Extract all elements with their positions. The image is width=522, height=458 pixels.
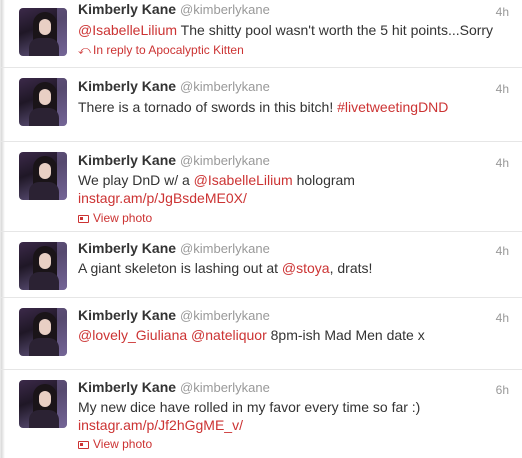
tweet-timestamp[interactable]: 4h: [496, 5, 509, 19]
avatar[interactable]: [19, 380, 67, 428]
author-handle[interactable]: @kimberlykane: [180, 308, 270, 323]
author-name[interactable]: Kimberly Kane: [78, 78, 176, 94]
mention-link[interactable]: @stoya: [282, 260, 330, 276]
author-name[interactable]: Kimberly Kane: [78, 379, 176, 395]
tweet-timestamp[interactable]: 4h: [496, 156, 509, 170]
tweet-item[interactable]: Kimberly Kane @kimberlykane 4h There is a…: [1, 68, 522, 142]
avatar[interactable]: [19, 152, 67, 200]
tweet-item[interactable]: Kimberly Kane @kimberlykane 6h My new dic…: [1, 370, 522, 458]
avatar[interactable]: [19, 242, 67, 290]
tweet-text: There is a tornado of swords in this bit…: [78, 99, 449, 115]
instagram-link[interactable]: instagr.am/p/JgBsdeME0X/: [78, 190, 247, 206]
tweet-item[interactable]: Kimberly Kane @kimberlykane 4h A giant sk…: [1, 232, 522, 298]
tweet-text: @IsabelleLilium The shitty pool wasn't w…: [78, 22, 494, 38]
view-photo-link[interactable]: View photo: [78, 211, 152, 225]
hashtag-link[interactable]: #livetweetingDND: [337, 99, 448, 115]
avatar[interactable]: [19, 8, 67, 56]
mention-link[interactable]: @IsabelleLilium: [194, 172, 293, 188]
reply-arrow-icon: ⤺: [78, 43, 91, 57]
mention-link[interactable]: @lovely_Giuliana: [78, 327, 187, 343]
author-name[interactable]: Kimberly Kane: [78, 240, 176, 256]
tweet-item[interactable]: Kimberly Kane @kimberlykane 4h We play Dn…: [1, 142, 522, 232]
author-name[interactable]: Kimberly Kane: [78, 307, 176, 323]
avatar[interactable]: [19, 78, 67, 126]
author-handle[interactable]: @kimberlykane: [180, 241, 270, 256]
mention-link[interactable]: @nateliquor: [191, 327, 267, 343]
mention-link[interactable]: @IsabelleLilium: [78, 22, 177, 38]
tweet-feed: Kimberly Kane @kimberlykane 4h @IsabelleL…: [0, 0, 522, 458]
tweet-header: Kimberly Kane @kimberlykane: [78, 379, 270, 395]
tweet-header: Kimberly Kane @kimberlykane: [78, 152, 270, 168]
tweet-item[interactable]: Kimberly Kane @kimberlykane 4h @IsabelleL…: [1, 0, 522, 68]
tweet-header: Kimberly Kane @kimberlykane: [78, 1, 270, 17]
author-handle[interactable]: @kimberlykane: [180, 380, 270, 395]
author-handle[interactable]: @kimberlykane: [180, 153, 270, 168]
tweet-text: A giant skeleton is lashing out at @stoy…: [78, 260, 373, 276]
tweet-timestamp[interactable]: 6h: [496, 383, 509, 397]
tweet-text: My new dice have rolled in my favor ever…: [78, 399, 421, 433]
author-name[interactable]: Kimberly Kane: [78, 1, 176, 17]
photo-icon: [78, 441, 89, 449]
tweet-timestamp[interactable]: 4h: [496, 82, 509, 96]
photo-icon: [78, 215, 89, 223]
avatar[interactable]: [19, 308, 67, 356]
tweet-header: Kimberly Kane @kimberlykane: [78, 78, 270, 94]
in-reply-to-link[interactable]: ⤺ In reply to Apocalyptic Kitten: [78, 43, 244, 58]
instagram-link[interactable]: instagr.am/p/Jf2hGgME_v/: [78, 417, 243, 433]
tweet-header: Kimberly Kane @kimberlykane: [78, 307, 270, 323]
tweet-header: Kimberly Kane @kimberlykane: [78, 240, 270, 256]
tweet-text: We play DnD w/ a @IsabelleLilium hologra…: [78, 172, 355, 206]
tweet-text: @lovely_Giuliana @nateliquor 8pm-ish Mad…: [78, 327, 425, 343]
tweet-timestamp[interactable]: 4h: [496, 311, 509, 325]
author-name[interactable]: Kimberly Kane: [78, 152, 176, 168]
view-photo-link[interactable]: View photo: [78, 437, 152, 451]
author-handle[interactable]: @kimberlykane: [180, 2, 270, 17]
author-handle[interactable]: @kimberlykane: [180, 79, 270, 94]
tweet-timestamp[interactable]: 4h: [496, 244, 509, 258]
tweet-item[interactable]: Kimberly Kane @kimberlykane 4h @lovely_Gi…: [1, 298, 522, 370]
